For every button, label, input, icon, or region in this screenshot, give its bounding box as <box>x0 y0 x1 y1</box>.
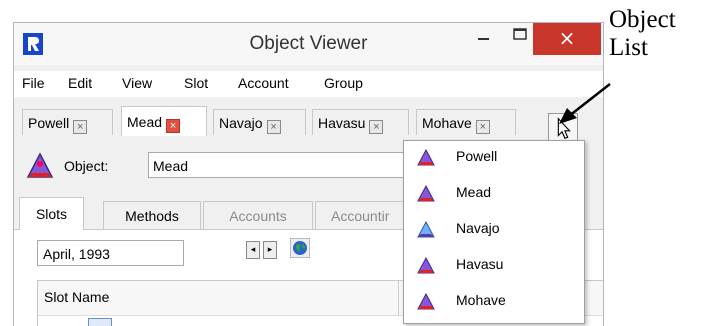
close-button[interactable]: × <box>533 23 601 55</box>
menu-file[interactable]: File <box>22 75 45 91</box>
callout-label: Object List <box>609 6 676 62</box>
globe-icon[interactable] <box>290 238 310 258</box>
power-object-icon <box>417 221 435 238</box>
callout-line-2: List <box>609 34 648 61</box>
menu-view[interactable]: View <box>122 75 152 91</box>
list-item-label: Navajo <box>456 220 500 236</box>
column-slot-name[interactable]: Slot Name <box>44 289 109 305</box>
maximize-button[interactable] <box>509 23 533 49</box>
list-item-label: Mead <box>456 184 492 200</box>
tab-accounting[interactable]: Accountir <box>315 201 405 229</box>
close-tab-icon[interactable]: × <box>475 120 490 134</box>
list-item-label: Mohave <box>456 292 506 308</box>
object-tab-powell[interactable]: Powell × <box>22 109 113 135</box>
callout-arrow-icon <box>559 83 611 124</box>
object-tab-mohave[interactable]: Mohave × <box>416 109 516 135</box>
tab-accounts[interactable]: Accounts <box>203 201 313 229</box>
reservoir-object-icon <box>417 149 435 166</box>
close-tab-icon[interactable]: × <box>369 120 384 134</box>
object-tab-navajo[interactable]: Navajo × <box>213 109 306 135</box>
tab-label: Mead <box>127 114 163 130</box>
tab-label: Havasu <box>318 115 366 131</box>
list-item-label: Havasu <box>456 256 504 272</box>
tab-label: Navajo <box>219 115 263 131</box>
list-item-mead[interactable]: Mead <box>404 179 584 213</box>
list-item-navajo[interactable]: Navajo <box>404 215 584 249</box>
menu-bar: File Edit View Slot Account Group <box>14 71 603 97</box>
menu-edit[interactable]: Edit <box>68 75 92 91</box>
menu-slot[interactable]: Slot <box>184 75 208 91</box>
callout-line-1: Object <box>609 6 676 33</box>
object-tab-mead[interactable]: Mead × <box>121 106 207 136</box>
minimize-button[interactable] <box>472 23 494 49</box>
reservoir-object-icon <box>417 185 435 202</box>
list-item-label: Powell <box>456 148 498 164</box>
close-tab-icon[interactable]: × <box>266 120 281 134</box>
object-tab-row: Powell × Mead × Navajo × Havasu × Mohave × <box>14 103 603 143</box>
object-label: Object: <box>64 158 109 174</box>
tab-slots[interactable]: Slots <box>19 197 84 230</box>
list-item-powell[interactable]: Powell <box>404 143 584 177</box>
title-bar: Object Viewer × <box>14 23 603 65</box>
menu-group[interactable]: Group <box>324 75 363 91</box>
close-tab-icon[interactable]: × <box>73 120 88 134</box>
reservoir-object-icon <box>417 257 435 274</box>
next-timestep-button[interactable]: ▸ <box>263 241 277 259</box>
list-item-havasu[interactable]: Havasu <box>404 251 584 285</box>
date-field[interactable]: April, 1993 <box>37 240 184 266</box>
list-item-mohave[interactable]: Mohave <box>404 287 584 321</box>
object-tab-havasu[interactable]: Havasu × <box>312 109 409 135</box>
tab-label: Powell <box>28 115 70 131</box>
close-tab-icon[interactable]: × <box>166 119 181 133</box>
reservoir-object-icon <box>417 293 435 310</box>
tab-methods[interactable]: Methods <box>103 201 201 229</box>
reservoir-object-icon <box>26 152 54 178</box>
column-divider <box>398 281 399 315</box>
menu-account[interactable]: Account <box>238 75 289 91</box>
tab-label: Mohave <box>422 115 472 131</box>
object-list-popup: Powell Mead Navajo Havasu Mohave <box>403 140 585 324</box>
prev-timestep-button[interactable]: ◂ <box>246 241 260 259</box>
